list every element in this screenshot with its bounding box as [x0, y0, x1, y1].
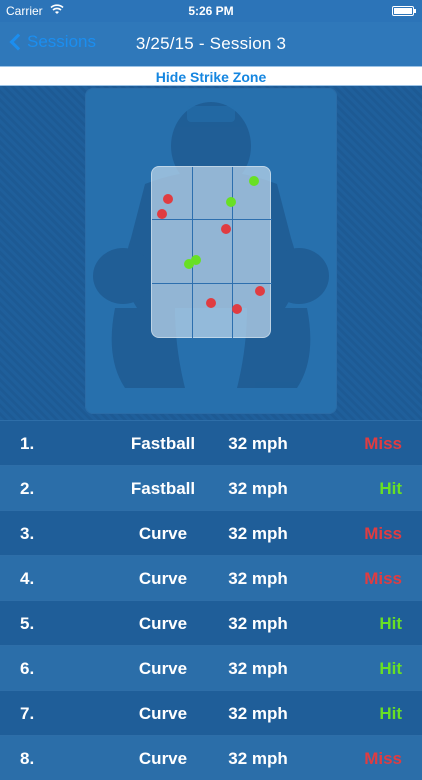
pitch-type: Curve: [138, 569, 188, 588]
pitch-speed: 32 mph: [228, 659, 288, 678]
pitch-result: Miss: [364, 569, 402, 588]
hide-strike-zone-button[interactable]: Hide Strike Zone: [0, 66, 422, 86]
back-button-label: Sessions: [27, 32, 96, 51]
pitch-speed: 32 mph: [228, 434, 288, 453]
page-title: 3/25/15 - Session 3: [135, 34, 287, 53]
pitch-row[interactable]: 2. Fastball 32 mph Hit: [0, 465, 422, 510]
pitch-result: Miss: [364, 434, 402, 453]
pitch-type: Curve: [138, 749, 188, 768]
pitch-number: 7.: [20, 704, 35, 723]
pitch-result: Hit: [379, 614, 402, 633]
catcher-panel: [85, 88, 337, 414]
pitch-speed: 32 mph: [228, 524, 288, 543]
pitch-type: Curve: [138, 659, 188, 678]
pitch-marker-miss: [255, 286, 265, 296]
pitch-row[interactable]: 4. Curve 32 mph Miss: [0, 555, 422, 600]
navigation-bar: Sessions 3/25/15 - Session 3: [0, 22, 422, 66]
pitch-row[interactable]: 3. Curve 32 mph Miss: [0, 510, 422, 555]
zone-divider: [192, 167, 193, 339]
pitch-row[interactable]: 5. Curve 32 mph Hit: [0, 600, 422, 645]
pitch-result: Hit: [379, 704, 402, 723]
zone-divider: [152, 219, 272, 220]
pitch-speed: 32 mph: [228, 614, 288, 633]
pitch-marker-hit: [249, 176, 259, 186]
pitch-type: Curve: [138, 614, 188, 633]
pitch-type: Curve: [138, 704, 188, 723]
pitch-speed: 32 mph: [228, 569, 288, 588]
pitch-number: 2.: [20, 479, 35, 498]
pitch-result: Miss: [364, 524, 402, 543]
chevron-left-icon: [9, 33, 27, 51]
pitch-type: Curve: [138, 524, 188, 543]
pitch-type: Fastball: [130, 479, 196, 498]
pitch-marker-miss: [206, 298, 216, 308]
pitch-row[interactable]: 1. Fastball 32 mph Miss: [0, 420, 422, 465]
pitch-marker-miss: [221, 224, 231, 234]
pitch-number: 6.: [20, 659, 35, 678]
pitch-marker-miss: [163, 194, 173, 204]
pitch-result: Hit: [379, 659, 402, 678]
pitch-speed: 32 mph: [228, 479, 288, 498]
battery-icon: [392, 6, 416, 16]
pitch-number: 1.: [20, 434, 35, 453]
back-button[interactable]: Sessions: [8, 32, 96, 52]
strike-zone: [151, 166, 272, 339]
pitch-number: 3.: [20, 524, 35, 543]
pitch-speed: 32 mph: [228, 704, 288, 723]
pitch-result: Miss: [364, 749, 402, 768]
zone-divider: [152, 283, 272, 284]
pitch-marker-miss: [157, 209, 167, 219]
pitch-marker-hit: [226, 197, 236, 207]
pitch-marker-hit: [191, 255, 201, 265]
pitch-row[interactable]: 6. Curve 32 mph Hit: [0, 645, 422, 690]
pitch-list: 1. Fastball 32 mph Miss 2. Fastball 32 m…: [0, 420, 422, 780]
pitch-number: 4.: [20, 569, 35, 588]
zone-divider: [232, 167, 233, 339]
pitch-number: 8.: [20, 749, 35, 768]
clock: 5:26 PM: [188, 4, 234, 18]
pitch-field: [0, 86, 422, 420]
status-bar: Carrier 5:26 PM: [0, 0, 422, 22]
pitch-marker-miss: [232, 304, 242, 314]
pitch-type: Fastball: [130, 434, 196, 453]
pitch-number: 5.: [20, 614, 35, 633]
pitch-row[interactable]: 8. Curve 32 mph Miss: [0, 735, 422, 780]
pitch-row[interactable]: 7. Curve 32 mph Hit: [0, 690, 422, 735]
pitch-speed: 32 mph: [228, 749, 288, 768]
pitch-result: Hit: [379, 479, 402, 498]
